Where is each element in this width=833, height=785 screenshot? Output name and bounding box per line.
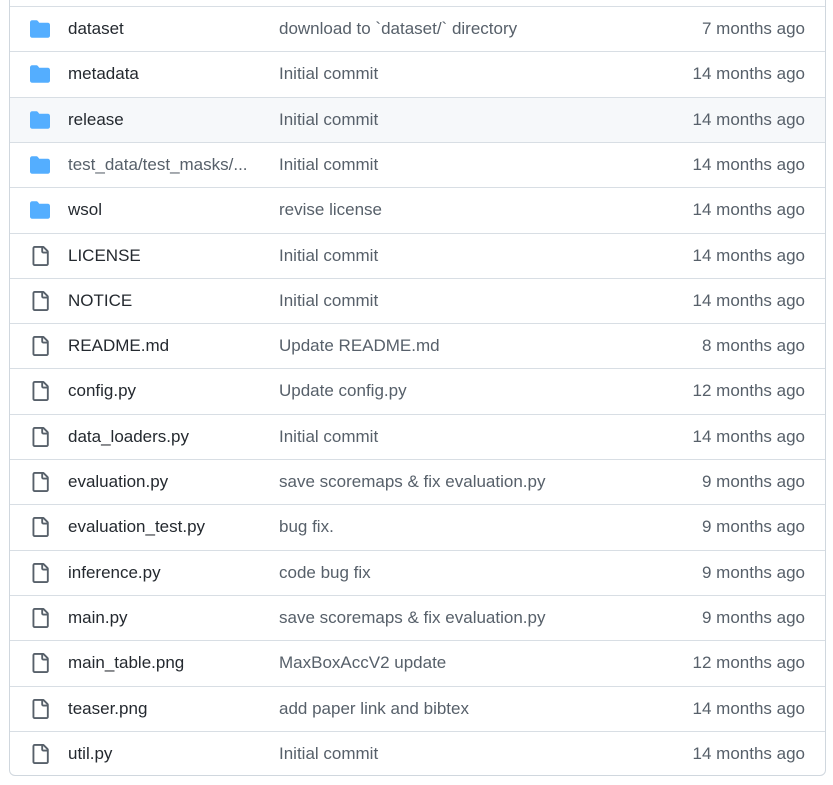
- commit-age: 7 months ago: [701, 19, 805, 38]
- file-icon: [29, 517, 51, 538]
- commit-message-link[interactable]: add paper link and bibtex: [279, 699, 659, 719]
- file-icon: [29, 472, 51, 492]
- file-list: dataset download to `dataset/` directory 7…: [9, 0, 826, 776]
- commit-message-link[interactable]: Initial commit: [279, 246, 659, 266]
- commit-age: 14 months ago: [692, 426, 805, 446]
- commit-message-link[interactable]: Initial commit: [279, 427, 659, 447]
- commit-age: 9 months ago: [701, 607, 805, 627]
- file-row[interactable]: release Initial commit 14 months ago: [10, 96, 825, 142]
- file-row[interactable]: LICENSE Initial commit 14 months ago: [10, 232, 825, 278]
- commit-age: 9 months ago: [701, 517, 805, 537]
- commit-age: 14 months ago: [692, 109, 805, 129]
- commit-age: 9 months ago: [701, 472, 805, 491]
- file-row[interactable]: evaluation.py save scoremaps & fix evalua…: [10, 459, 825, 504]
- file-name-link[interactable]: util.py: [68, 744, 258, 764]
- file-name-link[interactable]: inference.py: [68, 563, 258, 583]
- folder-name-link[interactable]: test_data/test_masks/...: [68, 155, 258, 175]
- file-name-link[interactable]: LICENSE: [68, 246, 258, 266]
- file-icon: [29, 245, 51, 266]
- commit-message-link[interactable]: code bug fix: [279, 563, 659, 583]
- commit-age: 9 months ago: [701, 562, 805, 582]
- file-row[interactable]: main.py save scoremaps & fix evaluation.p…: [10, 594, 825, 640]
- file-icon: [29, 381, 51, 402]
- file-row[interactable]: NOTICE Initial commit 14 months ago: [10, 277, 825, 323]
- file-row[interactable]: config.py Update config.py 12 months ago: [10, 368, 825, 413]
- commit-message-link[interactable]: download to `dataset/` directory: [279, 19, 659, 39]
- folder-icon: [29, 64, 51, 84]
- commit-message-link[interactable]: Initial commit: [279, 744, 659, 764]
- folder-icon: [29, 110, 51, 130]
- commit-message-link[interactable]: Update config.py: [279, 381, 659, 401]
- file-row[interactable]: teaser.png add paper link and bibtex 14 mo…: [10, 685, 825, 731]
- file-name-link[interactable]: evaluation_test.py: [68, 517, 258, 537]
- folder-name-link[interactable]: metadata: [68, 64, 258, 84]
- commit-message-link[interactable]: bug fix.: [279, 517, 659, 537]
- commit-message-link[interactable]: Initial commit: [279, 291, 659, 311]
- commit-message-link[interactable]: Initial commit: [279, 64, 659, 84]
- file-name-link[interactable]: data_loaders.py: [68, 427, 258, 447]
- file-icon: [29, 743, 51, 764]
- commit-age: 14 months ago: [692, 154, 805, 174]
- file-row[interactable]: dataset download to `dataset/` directory 7…: [10, 6, 825, 51]
- commit-age: 12 months ago: [692, 653, 805, 673]
- commit-age: 14 months ago: [692, 698, 805, 718]
- commit-age: 12 months ago: [692, 381, 805, 401]
- file-name-link[interactable]: main_table.png: [68, 653, 258, 673]
- file-row[interactable]: data_loaders.py Initial commit 14 months a…: [10, 413, 825, 459]
- commit-age: 8 months ago: [701, 336, 805, 356]
- file-row[interactable]: metadata Initial commit 14 months ago: [10, 51, 825, 96]
- commit-age: 14 months ago: [692, 290, 805, 310]
- commit-age: 14 months ago: [692, 245, 805, 265]
- commit-message-link[interactable]: revise license: [279, 200, 659, 220]
- file-icon: [29, 336, 51, 357]
- file-name-link[interactable]: main.py: [68, 608, 258, 628]
- commit-message-link[interactable]: save scoremaps & fix evaluation.py: [279, 472, 659, 492]
- file-name-link[interactable]: evaluation.py: [68, 472, 258, 492]
- commit-message-link[interactable]: Initial commit: [279, 155, 659, 175]
- file-icon: [29, 290, 51, 311]
- file-row[interactable]: test_data/test_masks/... Initial commit 14…: [10, 141, 825, 187]
- file-name-link[interactable]: README.md: [68, 336, 258, 356]
- folder-name-link[interactable]: dataset: [68, 19, 258, 39]
- folder-name-link[interactable]: wsol: [68, 200, 258, 220]
- commit-message-link[interactable]: MaxBoxAccV2 update: [279, 653, 659, 673]
- commit-message-link[interactable]: save scoremaps & fix evaluation.py: [279, 608, 659, 628]
- file-name-link[interactable]: config.py: [68, 381, 258, 401]
- commit-message-link[interactable]: Update README.md: [279, 336, 659, 356]
- file-row[interactable]: README.md Update README.md 8 months ago: [10, 323, 825, 368]
- folder-icon: [29, 155, 51, 175]
- folder-icon: [29, 200, 51, 220]
- folder-icon: [29, 19, 51, 39]
- file-row[interactable]: evaluation_test.py bug fix. 9 months ago: [10, 504, 825, 549]
- file-row[interactable]: inference.py code bug fix 9 months ago: [10, 549, 825, 595]
- commit-age: 14 months ago: [692, 200, 805, 220]
- file-row[interactable]: main_table.png MaxBoxAccV2 update 12 month…: [10, 640, 825, 685]
- file-name-link[interactable]: NOTICE: [68, 291, 258, 311]
- file-icon: [29, 653, 51, 674]
- file-icon: [29, 426, 51, 447]
- commit-age: 14 months ago: [692, 743, 805, 763]
- file-row[interactable]: wsol revise license 14 months ago: [10, 187, 825, 232]
- file-icon: [29, 698, 51, 719]
- folder-name-link[interactable]: release: [68, 110, 258, 130]
- file-name-link[interactable]: teaser.png: [68, 699, 258, 719]
- file-icon: [29, 562, 51, 583]
- commit-message-link[interactable]: Initial commit: [279, 110, 659, 130]
- file-row[interactable]: util.py Initial commit 14 months ago: [10, 730, 825, 775]
- commit-age: 14 months ago: [692, 64, 805, 84]
- file-icon: [29, 607, 51, 628]
